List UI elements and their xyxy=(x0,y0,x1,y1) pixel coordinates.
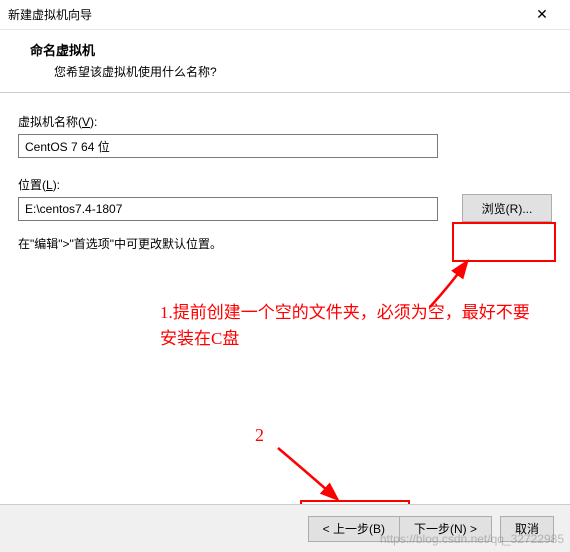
label-text: ): xyxy=(53,178,60,192)
close-button[interactable]: ✕ xyxy=(522,1,562,29)
page-subheading: 您希望该虚拟机使用什么名称? xyxy=(30,63,550,80)
label-hotkey: L xyxy=(46,178,53,192)
vm-name-label: 虚拟机名称(V): xyxy=(18,113,552,130)
annotation-note-2: 2 xyxy=(255,425,264,446)
wizard-content: 虚拟机名称(V): 位置(L): 浏览(R)... 在"编辑">"首选项"中可更… xyxy=(0,93,570,252)
close-icon: ✕ xyxy=(536,6,548,23)
window-title: 新建虚拟机向导 xyxy=(8,6,522,23)
watermark-text: https://blog.csdn.net/qq_32722985 xyxy=(380,532,564,546)
page-heading: 命名虚拟机 xyxy=(30,40,550,59)
label-hotkey: V xyxy=(82,115,90,129)
vm-location-row: 位置(L): 浏览(R)... xyxy=(18,176,552,221)
titlebar: 新建虚拟机向导 ✕ xyxy=(0,0,570,30)
wizard-header: 命名虚拟机 您希望该虚拟机使用什么名称? xyxy=(0,30,570,93)
vm-location-label: 位置(L): xyxy=(18,176,552,193)
browse-button[interactable]: 浏览(R)... xyxy=(462,194,552,222)
arrow-icon xyxy=(270,440,350,510)
location-hint: 在"编辑">"首选项"中可更改默认位置。 xyxy=(18,235,552,252)
label-text: ): xyxy=(90,115,97,129)
annotation-note-1: 1.提前创建一个空的文件夹，必须为空，最好不要安装在C盘 xyxy=(160,300,540,351)
label-text: 位置( xyxy=(18,178,46,192)
vm-name-row: 虚拟机名称(V): xyxy=(18,113,552,158)
label-text: 虚拟机名称( xyxy=(18,115,82,129)
vm-location-input[interactable] xyxy=(18,197,438,221)
vm-name-input[interactable] xyxy=(18,134,438,158)
